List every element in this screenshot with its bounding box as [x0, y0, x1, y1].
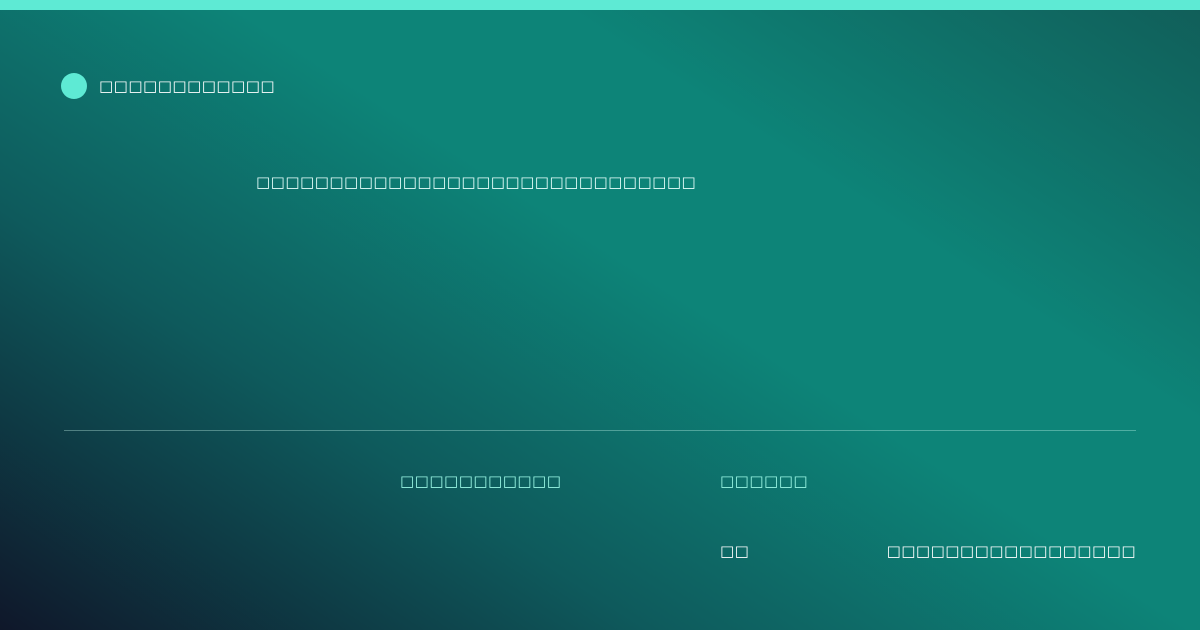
brand-name: □□□□□□□□□□□□: [99, 77, 276, 95]
meta-right-text: □□□□□□: [720, 472, 809, 490]
brand: □□□□□□□□□□□□: [61, 73, 275, 99]
headline: □□□□□□□□□□□□□□□□□□□□□□□□□□□□□□: [256, 173, 697, 191]
meta-left-text: □□□□□□□□□□□: [400, 472, 562, 490]
circle-logo-icon: [61, 73, 87, 99]
footer-short-text: □□: [720, 542, 750, 560]
footer-long-text: □□□□□□□□□□□□□□□□□: [886, 542, 1136, 560]
social-card: □□□□□□□□□□□□ □□□□□□□□□□□□□□□□□□□□□□□□□□□…: [0, 0, 1200, 630]
accent-top-bar: [0, 0, 1200, 10]
divider: [64, 430, 1136, 431]
